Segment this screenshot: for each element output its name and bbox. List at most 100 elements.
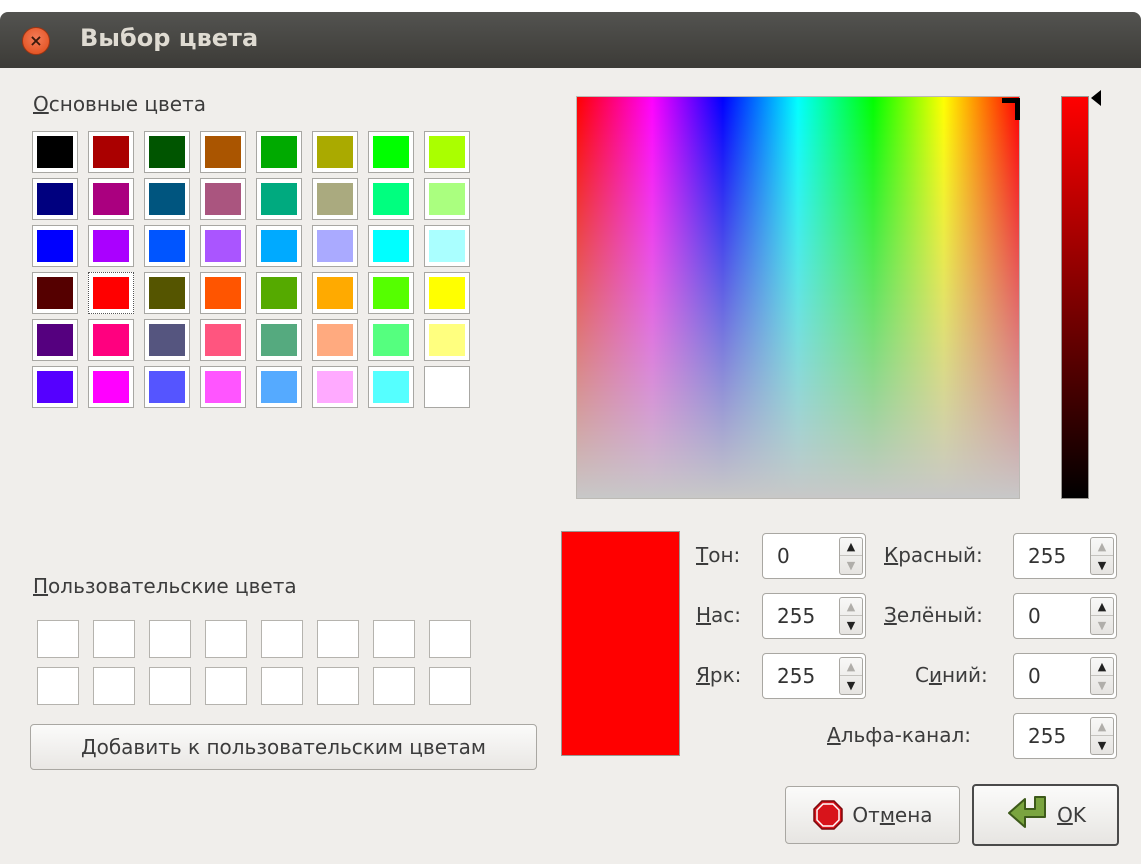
- basic-color-swatch[interactable]: [200, 366, 246, 408]
- basic-color-swatch[interactable]: [312, 366, 358, 408]
- basic-color-swatch[interactable]: [88, 225, 134, 267]
- basic-color-swatch[interactable]: [312, 319, 358, 361]
- basic-color-swatch[interactable]: [88, 319, 134, 361]
- basic-color-swatch[interactable]: [424, 131, 470, 173]
- basic-color-swatch[interactable]: [256, 225, 302, 267]
- red-spinbox[interactable]: 255 ▲ ▼: [1013, 533, 1117, 579]
- cancel-button[interactable]: Отмена: [785, 786, 960, 844]
- basic-color-swatch[interactable]: [368, 319, 414, 361]
- basic-color-swatch[interactable]: [88, 366, 134, 408]
- basic-color-swatch[interactable]: [256, 178, 302, 220]
- swatch-fill: [149, 230, 185, 262]
- custom-color-swatch[interactable]: [205, 620, 247, 658]
- brightness-up-icon[interactable]: ▲: [840, 658, 862, 676]
- basic-color-swatch[interactable]: [144, 225, 190, 267]
- basic-color-swatch[interactable]: [424, 272, 470, 314]
- basic-color-swatch[interactable]: [200, 319, 246, 361]
- add-custom-color-button[interactable]: Добавить к пользовательским цветам: [30, 724, 537, 770]
- basic-color-swatch[interactable]: [424, 178, 470, 220]
- basic-color-swatch[interactable]: [88, 178, 134, 220]
- brightness-down-icon[interactable]: ▼: [840, 676, 862, 694]
- blue-down-icon[interactable]: ▼: [1091, 676, 1113, 694]
- alpha-spinbox[interactable]: 255 ▲ ▼: [1013, 713, 1117, 759]
- custom-color-swatch[interactable]: [429, 620, 471, 658]
- custom-color-swatch[interactable]: [261, 620, 303, 658]
- close-icon[interactable]: ×: [22, 27, 50, 55]
- hue-saturation-picker[interactable]: [576, 96, 1020, 499]
- basic-color-swatch[interactable]: [312, 225, 358, 267]
- red-up-icon[interactable]: ▲: [1091, 538, 1113, 556]
- luminance-slider[interactable]: [1061, 96, 1089, 499]
- basic-color-swatch[interactable]: [368, 178, 414, 220]
- basic-color-swatch[interactable]: [200, 178, 246, 220]
- luminance-arrow-icon[interactable]: [1091, 90, 1101, 106]
- custom-color-swatch[interactable]: [37, 667, 79, 705]
- custom-color-swatch[interactable]: [205, 667, 247, 705]
- basic-color-swatch[interactable]: [144, 131, 190, 173]
- basic-color-swatch[interactable]: [312, 272, 358, 314]
- basic-color-swatch[interactable]: [424, 225, 470, 267]
- basic-color-swatch[interactable]: [200, 272, 246, 314]
- hue-up-icon[interactable]: ▲: [840, 538, 862, 556]
- basic-color-swatch[interactable]: [32, 366, 78, 408]
- basic-color-swatch[interactable]: [312, 178, 358, 220]
- green-up-icon[interactable]: ▲: [1091, 598, 1113, 616]
- hue-spinbox[interactable]: 0 ▲ ▼: [762, 533, 866, 579]
- basic-color-swatch[interactable]: [144, 272, 190, 314]
- saturation-up-icon[interactable]: ▲: [840, 598, 862, 616]
- swatch-fill: [317, 136, 353, 168]
- basic-color-swatch[interactable]: [200, 225, 246, 267]
- basic-color-swatch[interactable]: [144, 319, 190, 361]
- basic-color-swatch[interactable]: [256, 319, 302, 361]
- red-down-icon[interactable]: ▼: [1091, 556, 1113, 574]
- basic-color-swatch[interactable]: [312, 131, 358, 173]
- basic-color-swatch[interactable]: [32, 131, 78, 173]
- basic-color-swatch[interactable]: [200, 131, 246, 173]
- basic-color-swatch[interactable]: [256, 366, 302, 408]
- hue-down-icon[interactable]: ▼: [840, 556, 862, 574]
- basic-color-swatch[interactable]: [144, 366, 190, 408]
- green-down-icon[interactable]: ▼: [1091, 616, 1113, 634]
- blue-spinbox[interactable]: 0 ▲ ▼: [1013, 653, 1117, 699]
- ok-button[interactable]: OK: [972, 784, 1119, 846]
- brightness-spinbox[interactable]: 255 ▲ ▼: [762, 653, 866, 699]
- basic-color-swatch[interactable]: [32, 272, 78, 314]
- custom-color-swatch[interactable]: [317, 667, 359, 705]
- picker-crosshair[interactable]: [1002, 98, 1020, 120]
- swatch-fill: [261, 183, 297, 215]
- alpha-down-icon[interactable]: ▼: [1091, 736, 1113, 754]
- titlebar-bar[interactable]: × Выбор цвета: [0, 12, 1141, 68]
- basic-color-swatch[interactable]: [32, 178, 78, 220]
- basic-color-swatch[interactable]: [368, 131, 414, 173]
- basic-color-swatch[interactable]: [88, 272, 134, 314]
- basic-color-swatch[interactable]: [368, 225, 414, 267]
- basic-color-swatch[interactable]: [256, 131, 302, 173]
- custom-color-swatch[interactable]: [373, 667, 415, 705]
- alpha-up-icon[interactable]: ▲: [1091, 718, 1113, 736]
- custom-color-swatch[interactable]: [37, 620, 79, 658]
- basic-color-swatch[interactable]: [424, 319, 470, 361]
- hue-label: Тон:: [696, 543, 741, 567]
- blue-up-icon[interactable]: ▲: [1091, 658, 1113, 676]
- basic-color-swatch[interactable]: [88, 131, 134, 173]
- basic-color-swatch[interactable]: [144, 178, 190, 220]
- custom-color-swatch[interactable]: [261, 667, 303, 705]
- alpha-label: Альфа-канал:: [827, 723, 972, 747]
- custom-color-swatch[interactable]: [429, 667, 471, 705]
- basic-color-swatch[interactable]: [32, 225, 78, 267]
- custom-color-swatch[interactable]: [373, 620, 415, 658]
- basic-color-swatch[interactable]: [424, 366, 470, 408]
- basic-color-swatch[interactable]: [368, 366, 414, 408]
- window-titlebar: × Выбор цвета: [0, 0, 1141, 68]
- custom-color-swatch[interactable]: [317, 620, 359, 658]
- saturation-down-icon[interactable]: ▼: [840, 616, 862, 634]
- basic-color-swatch[interactable]: [256, 272, 302, 314]
- basic-color-swatch[interactable]: [32, 319, 78, 361]
- custom-color-swatch[interactable]: [93, 620, 135, 658]
- custom-color-swatch[interactable]: [149, 667, 191, 705]
- saturation-spinbox[interactable]: 255 ▲ ▼: [762, 593, 866, 639]
- green-spinbox[interactable]: 0 ▲ ▼: [1013, 593, 1117, 639]
- basic-color-swatch[interactable]: [368, 272, 414, 314]
- custom-color-swatch[interactable]: [93, 667, 135, 705]
- custom-color-swatch[interactable]: [149, 620, 191, 658]
